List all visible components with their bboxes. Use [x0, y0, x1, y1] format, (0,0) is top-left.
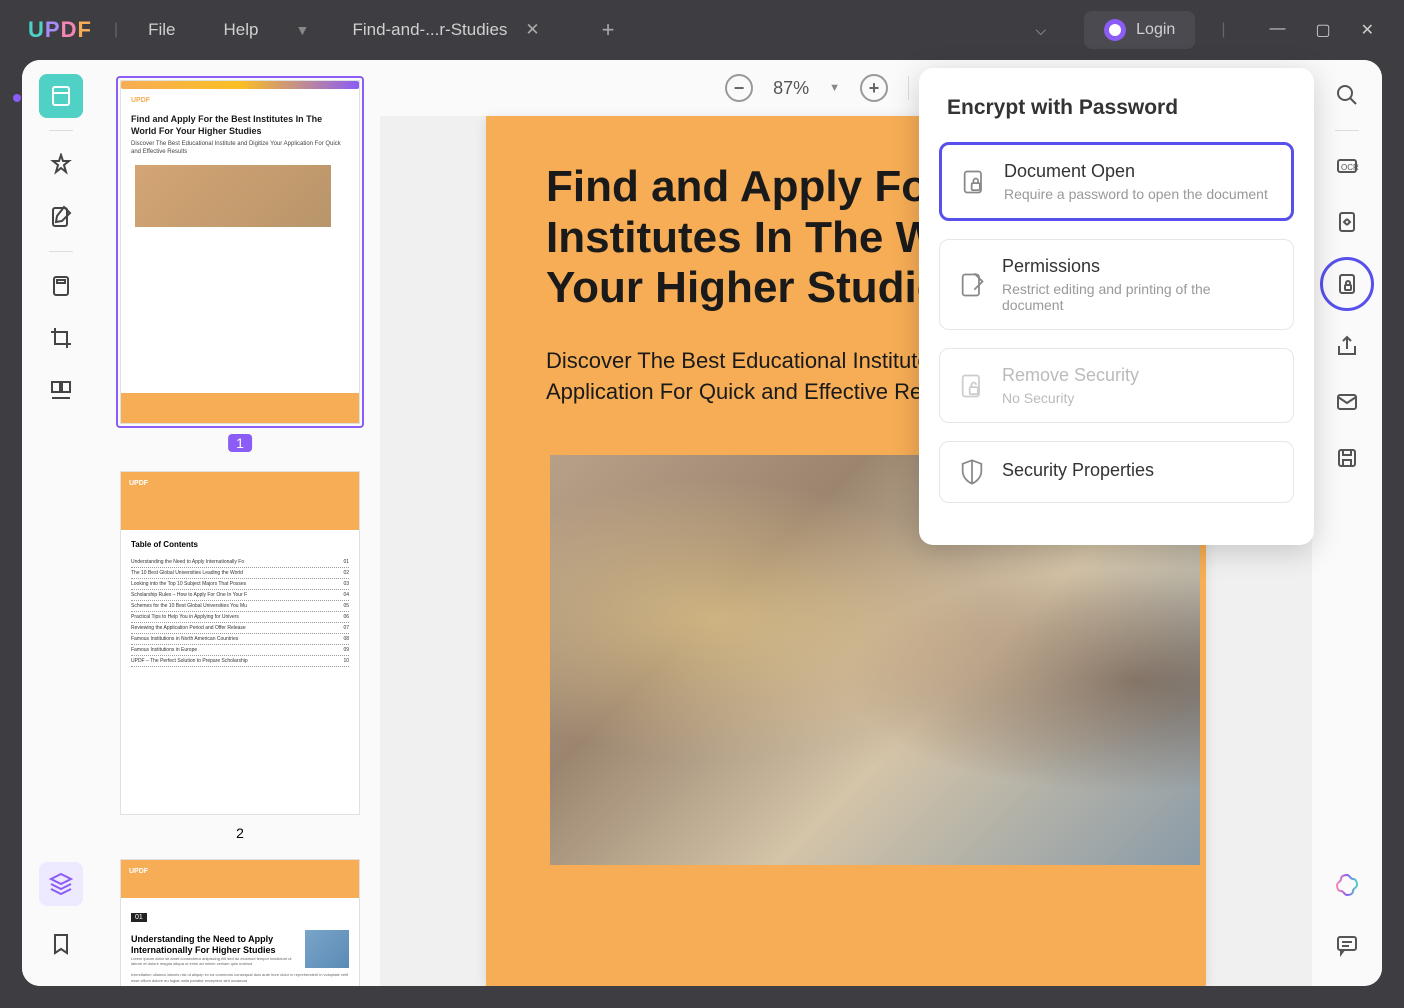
- zoom-value: 87%: [773, 78, 809, 99]
- save-icon[interactable]: [1326, 437, 1368, 479]
- thumbnails-panel: UPDF Find and Apply For the Best Institu…: [100, 60, 380, 986]
- separator: |: [114, 21, 118, 39]
- option-security-properties[interactable]: Security Properties: [939, 441, 1294, 503]
- search-icon[interactable]: [1326, 74, 1368, 116]
- thumbnails-tool[interactable]: [39, 74, 83, 118]
- bookmark-tool[interactable]: [39, 922, 83, 966]
- option-subtitle: No Security: [1002, 390, 1275, 406]
- panel-title: Encrypt with Password: [939, 96, 1294, 120]
- option-permissions[interactable]: Permissions Restrict editing and printin…: [939, 239, 1294, 330]
- close-tab-icon[interactable]: ✕: [525, 20, 539, 40]
- thumbnail-3[interactable]: UPDF 01 Understanding the Need to Apply …: [116, 855, 364, 986]
- zoom-in-button[interactable]: +: [860, 74, 888, 102]
- shield-icon: [958, 458, 986, 486]
- share-icon[interactable]: [1326, 325, 1368, 367]
- maximize-button[interactable]: ▢: [1315, 20, 1330, 40]
- thumbnail-2-label: 2: [116, 825, 364, 841]
- thumbnail-2[interactable]: UPDF Table of Contents Understanding the…: [116, 467, 364, 841]
- zoom-dropdown-icon[interactable]: ▼: [829, 82, 840, 94]
- app-logo: UPDF: [28, 17, 92, 43]
- crop-tool[interactable]: [39, 316, 83, 360]
- encrypt-panel: Encrypt with Password Document Open Requ…: [919, 68, 1314, 545]
- indicator-dot: [13, 94, 21, 102]
- unlock-icon: [958, 372, 986, 400]
- edit-tool[interactable]: [39, 195, 83, 239]
- comment-icon[interactable]: [1326, 924, 1368, 966]
- document-lock-icon: [960, 168, 988, 196]
- page-tool[interactable]: [39, 264, 83, 308]
- layers-tool[interactable]: [39, 862, 83, 906]
- login-button[interactable]: Login: [1084, 11, 1195, 49]
- organize-tool[interactable]: [39, 368, 83, 412]
- tab-dropdown-icon[interactable]: ▼: [282, 22, 322, 38]
- login-label: Login: [1136, 21, 1175, 39]
- right-sidebar: OCR: [1312, 60, 1382, 986]
- thumbnail-1[interactable]: UPDF Find and Apply For the Best Institu…: [116, 76, 364, 453]
- svg-text:OCR: OCR: [1341, 163, 1359, 172]
- minimize-button[interactable]: —: [1269, 20, 1285, 40]
- convert-icon[interactable]: [1326, 201, 1368, 243]
- option-remove-security[interactable]: Remove Security No Security: [939, 348, 1294, 423]
- option-title: Security Properties: [1002, 460, 1275, 481]
- option-document-open[interactable]: Document Open Require a password to open…: [939, 142, 1294, 221]
- option-subtitle: Restrict editing and printing of the doc…: [1002, 281, 1275, 313]
- option-title: Remove Security: [1002, 365, 1275, 386]
- option-title: Permissions: [1002, 256, 1275, 277]
- email-icon[interactable]: [1326, 381, 1368, 423]
- tab-title: Find-and-...r-Studies: [352, 20, 507, 40]
- close-window-button[interactable]: ✕: [1361, 20, 1374, 40]
- left-sidebar: [22, 60, 100, 986]
- highlight-tool[interactable]: [39, 143, 83, 187]
- ocr-icon[interactable]: OCR: [1326, 145, 1368, 187]
- thumbnail-1-label: 1: [228, 434, 252, 452]
- ai-icon[interactable]: [1326, 864, 1368, 906]
- option-subtitle: Require a password to open the document: [1004, 186, 1273, 202]
- document-tab[interactable]: Find-and-...r-Studies ✕: [322, 12, 569, 48]
- protect-icon[interactable]: [1320, 257, 1374, 311]
- window-dropdown-icon[interactable]: ⌵: [1018, 22, 1065, 39]
- menu-help[interactable]: Help: [199, 20, 282, 40]
- zoom-out-button[interactable]: −: [725, 74, 753, 102]
- new-tab-button[interactable]: +: [570, 17, 647, 43]
- permissions-icon: [958, 271, 986, 299]
- titlebar: UPDF | File Help ▼ Find-and-...r-Studies…: [0, 0, 1404, 60]
- separator: |: [1221, 21, 1225, 39]
- avatar-icon: [1104, 19, 1126, 41]
- menu-file[interactable]: File: [124, 20, 199, 40]
- option-title: Document Open: [1004, 161, 1273, 182]
